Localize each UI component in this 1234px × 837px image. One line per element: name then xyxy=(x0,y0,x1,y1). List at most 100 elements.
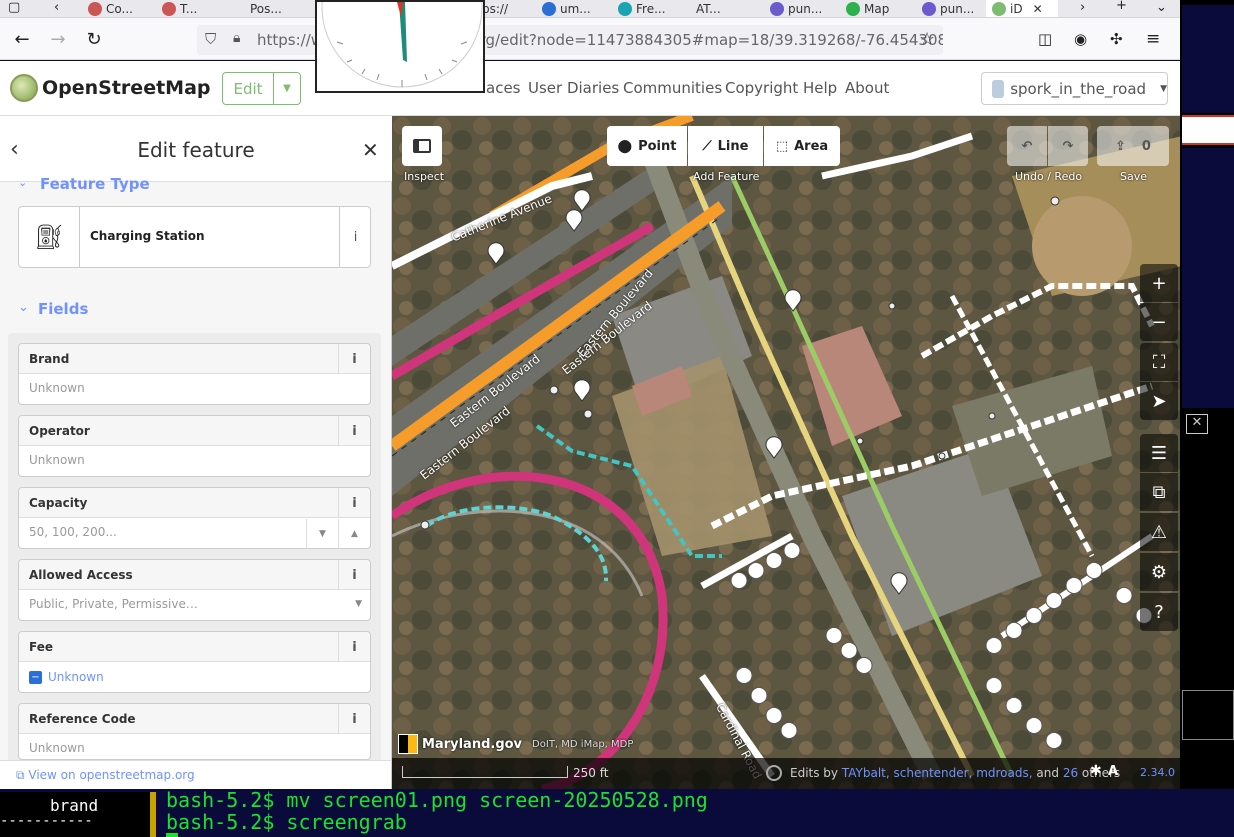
url-field[interactable]: https://www.openstreetmap.org/edit?node=… xyxy=(197,25,943,55)
browser-tab[interactable]: pun... xyxy=(922,0,982,17)
shield-icon[interactable]: ⛉ xyxy=(205,30,216,48)
sidebar-title: Edit feature xyxy=(137,138,255,162)
increment-icon[interactable]: ▲ xyxy=(338,519,370,549)
view-on-osm-link[interactable]: ⧉ View on openstreetmap.org xyxy=(16,768,195,783)
browser-tab[interactable]: AT... xyxy=(696,0,756,17)
pocket-icon[interactable]: ◫ xyxy=(1038,30,1052,48)
compass-dial-icon xyxy=(321,2,483,88)
back-icon[interactable]: ← xyxy=(8,25,36,53)
field-label: Allowed Access xyxy=(29,568,133,582)
reload-icon[interactable]: ↻ xyxy=(80,25,108,53)
nav-link-about[interactable]: About xyxy=(845,79,889,97)
edit-button[interactable]: Edit xyxy=(222,72,274,105)
edits-and: and xyxy=(1036,766,1059,780)
feature-type-card[interactable]: ⛽︎ Charging Station i xyxy=(18,206,371,268)
info-icon[interactable]: i xyxy=(338,632,370,662)
save-button[interactable]: ⇪ 0 xyxy=(1097,126,1169,166)
undo-button[interactable]: ↶ xyxy=(1007,126,1047,166)
chevron-down-icon[interactable]: ⌄ xyxy=(18,300,29,315)
add-point-button[interactable]: ⬤ Point xyxy=(607,126,687,166)
info-icon[interactable]: i xyxy=(338,488,370,518)
info-icon[interactable]: i xyxy=(338,704,370,734)
tab-scroll-left-icon[interactable]: ‹ xyxy=(54,0,59,15)
browser-tab[interactable]: Fre... xyxy=(618,0,682,17)
tab-label: T... xyxy=(180,2,198,16)
undo-icon: ↶ xyxy=(1021,138,1033,154)
bug-report-icon[interactable]: ✱ xyxy=(1090,763,1102,779)
inspect-button[interactable] xyxy=(402,126,442,166)
browser-tab[interactable]: Map xyxy=(846,0,910,17)
issues-icon[interactable]: ⚠ xyxy=(1140,513,1178,551)
field-label: Operator xyxy=(29,424,90,438)
scale-bar[interactable] xyxy=(402,766,568,778)
reference-code-input[interactable]: Unknown xyxy=(19,734,370,759)
browser-tab[interactable]: Co... xyxy=(88,0,148,17)
map-canvas[interactable]: Catherine Avenue Eastern Boulevard Easte… xyxy=(392,116,1180,789)
zoom-in-icon[interactable]: + xyxy=(1140,264,1178,302)
add-line-button[interactable]: ⟋ Line xyxy=(688,126,763,166)
fields-section[interactable]: Fields xyxy=(38,300,88,318)
browser-tab-active[interactable]: iD ✕ xyxy=(986,0,1058,17)
browser-tab[interactable]: ps:// xyxy=(482,0,532,17)
browser-tab[interactable]: Pos... xyxy=(250,0,310,17)
lock-icon[interactable]: 🔒︎ xyxy=(233,30,240,46)
chevron-down-icon[interactable]: ▼ xyxy=(355,599,362,609)
forward-icon[interactable]: → xyxy=(44,25,72,53)
fee-checkbox[interactable]: − Unknown xyxy=(19,662,370,692)
info-icon[interactable]: i xyxy=(338,416,370,446)
nav-link[interactable]: aces xyxy=(486,79,520,97)
edits-users-links[interactable]: TAYbalt, schentender, mdroads xyxy=(842,766,1029,780)
close-icon[interactable]: ✕ xyxy=(1186,414,1208,434)
site-brand[interactable]: OpenStreetMap xyxy=(42,77,211,99)
line-icon: ⟋ xyxy=(702,138,712,154)
decrement-icon[interactable]: ▼ xyxy=(306,519,338,549)
browser-tab[interactable]: um... xyxy=(542,0,606,17)
operator-input[interactable]: Unknown xyxy=(19,446,370,476)
account-icon[interactable]: ◉ xyxy=(1074,30,1087,48)
browser-tab[interactable]: pun... xyxy=(770,0,834,17)
map-data-icon[interactable]: ⧉ xyxy=(1140,473,1178,511)
edit-dropdown-icon[interactable]: ▼ xyxy=(273,72,301,105)
zoom-to-selection-icon[interactable]: ⛶ xyxy=(1140,343,1178,381)
user-menu-button[interactable]: spork_in_the_road ▼ xyxy=(981,72,1168,105)
preferences-icon[interactable]: ⚙ xyxy=(1140,553,1178,591)
indeterminate-checkbox-icon: − xyxy=(29,670,42,684)
new-tab-icon[interactable]: + xyxy=(1116,0,1127,13)
point-label: Point xyxy=(638,138,677,154)
close-icon[interactable]: ✕ xyxy=(362,138,379,162)
info-icon[interactable]: i xyxy=(338,344,370,374)
tab-list-icon[interactable]: ⌄ xyxy=(1156,0,1167,15)
brand-input[interactable]: Unknown xyxy=(19,374,370,404)
nav-link-user-diaries[interactable]: User Diaries xyxy=(528,79,619,97)
help-icon[interactable]: ? xyxy=(1140,593,1178,631)
redo-button[interactable]: ↷ xyxy=(1048,126,1088,166)
tab-overview-icon[interactable]: ▢ xyxy=(8,0,20,15)
chevron-down-icon[interactable]: ⌄ xyxy=(18,176,27,189)
geolocate-icon[interactable]: ➤ xyxy=(1140,382,1178,420)
tab-scroll-right-icon[interactable]: › xyxy=(1080,0,1085,15)
terminal-line: bash-5.2$ screengrab xyxy=(166,810,407,834)
osm-logo-icon[interactable] xyxy=(10,74,38,102)
close-tab-icon[interactable]: ✕ xyxy=(1033,2,1043,16)
accessibility-icon[interactable]: A xyxy=(1108,764,1118,779)
provider-name: Maryland.gov xyxy=(422,736,523,752)
terminal[interactable]: brand ----------- bash-5.2$ mv screen01.… xyxy=(0,788,1234,837)
nav-link-help[interactable]: Help xyxy=(803,79,837,97)
bookmark-star-icon[interactable]: ☆ xyxy=(919,29,935,50)
allowed-access-combo[interactable]: Public, Private, Permissive… xyxy=(19,590,370,620)
history-panel-icon[interactable] xyxy=(766,765,782,781)
layers-icon[interactable]: ☰ xyxy=(1140,434,1178,472)
extensions-icon[interactable]: ✣ xyxy=(1110,30,1123,48)
feature-type-section[interactable]: Feature Type xyxy=(40,175,150,193)
nav-link-communities[interactable]: Communities xyxy=(623,79,722,97)
add-area-button[interactable]: ⬚ Area xyxy=(764,126,840,166)
background-window: ✕ xyxy=(1180,0,1234,789)
edits-count[interactable]: 26 xyxy=(1063,766,1078,780)
menu-icon[interactable]: ≡ xyxy=(1146,29,1160,49)
info-icon[interactable]: i xyxy=(339,207,371,267)
nav-link-copyright[interactable]: Copyright xyxy=(725,79,798,97)
info-icon[interactable]: i xyxy=(338,560,370,590)
zoom-out-icon[interactable]: − xyxy=(1140,303,1178,341)
version-link[interactable]: 2.34.0 xyxy=(1140,766,1175,779)
browser-tab[interactable]: T... xyxy=(162,0,222,17)
